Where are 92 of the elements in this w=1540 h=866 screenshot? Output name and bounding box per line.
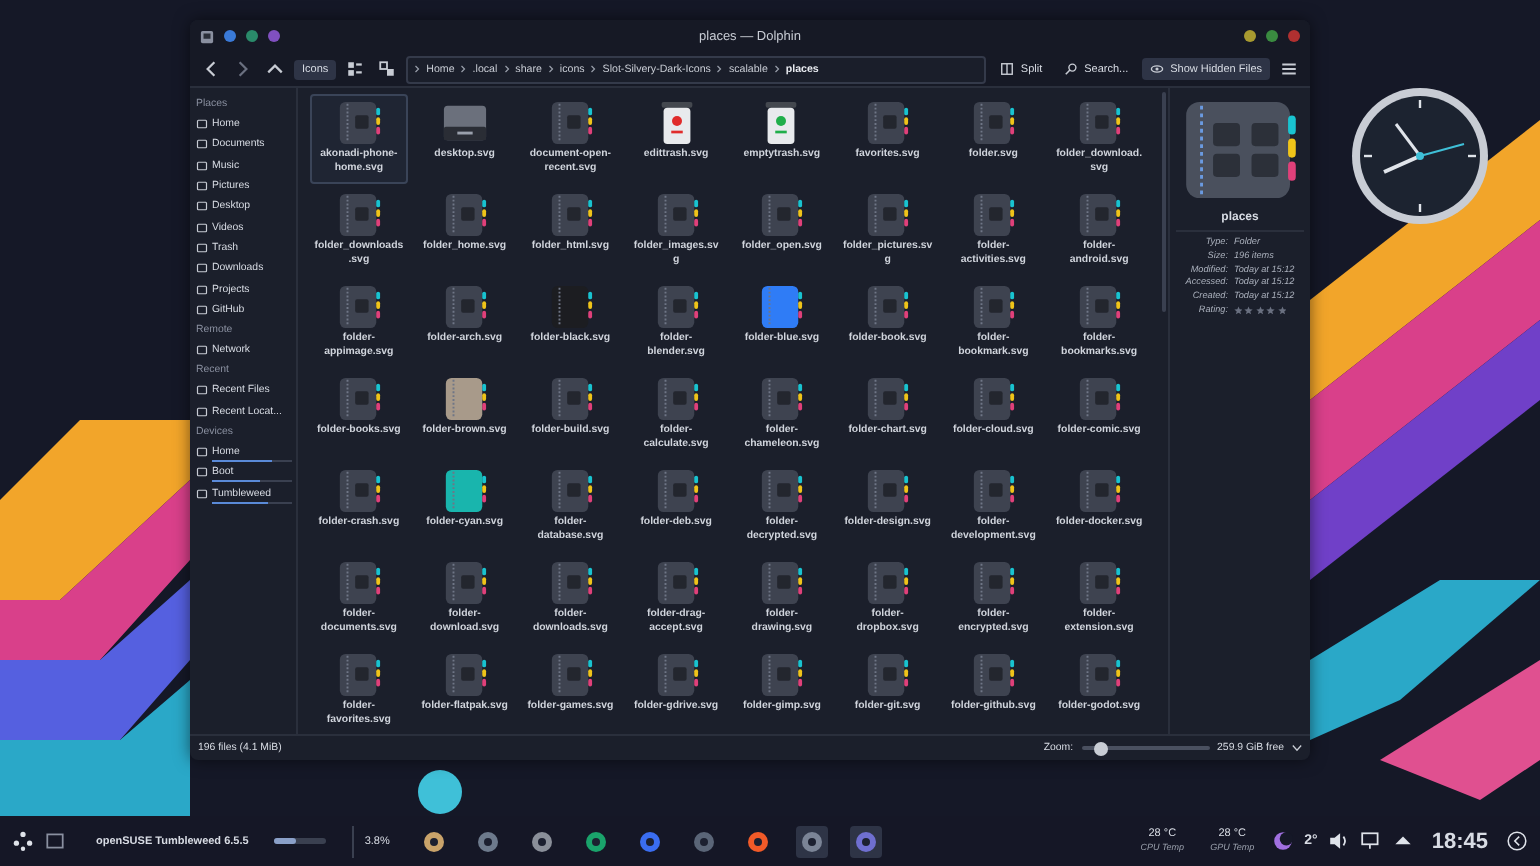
folder-icon (441, 192, 488, 238)
folder-icon (758, 284, 805, 330)
folder-icon (335, 560, 382, 606)
folder-icon (1076, 284, 1123, 330)
forward-icon[interactable] (234, 60, 252, 78)
folder-icon (547, 376, 594, 422)
chevron-icon (460, 64, 467, 74)
folder-icon (758, 560, 805, 606)
folder-icon (653, 192, 700, 238)
folder-icon (758, 468, 805, 514)
folder-icon (653, 468, 700, 514)
folder-icon (970, 100, 1017, 146)
compact-view-icon[interactable] (346, 60, 365, 78)
close-button[interactable] (1288, 30, 1300, 42)
minimize-button[interactable] (1244, 30, 1256, 42)
menu-icon[interactable] (1280, 60, 1298, 78)
folder-icon (441, 560, 488, 606)
folder-icon (970, 284, 1017, 330)
folder-icon (547, 652, 594, 698)
folder-icon (441, 468, 488, 514)
zoom-slider-thumb[interactable] (1093, 741, 1108, 755)
folder-icon (335, 376, 382, 422)
folder-icon (547, 468, 594, 514)
folder-icon (335, 192, 382, 238)
folder-icon (653, 376, 700, 422)
back-icon[interactable] (202, 60, 220, 78)
split-icon (1000, 62, 1015, 76)
app-icon[interactable] (849, 825, 882, 857)
launcher-icon[interactable] (12, 830, 34, 852)
up-icon[interactable] (266, 60, 284, 78)
folder-icon (547, 560, 594, 606)
eye-icon (1150, 62, 1165, 76)
moon-icon[interactable] (1272, 830, 1295, 852)
folder-icon (758, 376, 805, 422)
chevron-icon (716, 64, 723, 74)
folder-icon (864, 284, 911, 330)
folder-icon (970, 652, 1017, 698)
clock-time[interactable]: 18:45 (1431, 829, 1488, 853)
folder-icon (970, 560, 1017, 606)
folder-icon (970, 376, 1017, 422)
folder-icon (970, 468, 1017, 514)
window-dot[interactable] (246, 30, 258, 42)
window-dot[interactable] (268, 30, 280, 42)
monitor-icon (441, 100, 488, 146)
folder-icon (441, 376, 488, 422)
chevron-icon (590, 64, 597, 74)
details-view-icon[interactable] (378, 60, 397, 78)
folder-icon (758, 192, 805, 238)
search-icon (1064, 62, 1079, 76)
folder-preview-icon (1182, 100, 1298, 200)
app-icon[interactable] (200, 29, 214, 43)
folder-icon (1076, 100, 1123, 146)
folder-icon (196, 344, 208, 357)
folder-icon (1076, 468, 1123, 514)
folder-icon (335, 468, 382, 514)
maximize-button[interactable] (1266, 30, 1278, 42)
folder-icon (335, 100, 382, 146)
folder-icon (1076, 192, 1123, 238)
folder-icon (653, 652, 700, 698)
folder-icon (1076, 652, 1123, 698)
folder-icon (864, 376, 911, 422)
app-icon[interactable] (795, 825, 828, 857)
folder-icon (653, 560, 700, 606)
folder-icon (653, 284, 700, 330)
folder-icon (335, 652, 382, 698)
chevron-icon (414, 64, 421, 74)
folder-icon (864, 652, 911, 698)
folder-icon (547, 284, 594, 330)
folder-icon (864, 192, 911, 238)
chevron-icon (547, 64, 554, 74)
chevron-icon (773, 64, 780, 74)
folder-icon (970, 192, 1017, 238)
wallpaper-circle (418, 770, 462, 814)
folder-icon (1076, 560, 1123, 606)
window-dot[interactable] (224, 30, 236, 42)
folder-icon (547, 100, 594, 146)
folder-icon (864, 468, 911, 514)
folder-icon (864, 560, 911, 606)
caret-icon[interactable] (1292, 744, 1302, 752)
back-icon[interactable] (1506, 830, 1528, 852)
network-icon[interactable] (1359, 830, 1382, 852)
folder-icon (864, 100, 911, 146)
folder-icon (335, 284, 382, 330)
folder-icon (547, 192, 594, 238)
chevron-icon (503, 64, 510, 74)
desktop-icon[interactable] (44, 830, 66, 852)
folder-icon (441, 652, 488, 698)
folder-icon (1076, 376, 1123, 422)
clock-drawing (1348, 84, 1492, 228)
speaker-icon[interactable] (1327, 830, 1350, 852)
folder-icon (441, 284, 488, 330)
folder-icon (758, 652, 805, 698)
